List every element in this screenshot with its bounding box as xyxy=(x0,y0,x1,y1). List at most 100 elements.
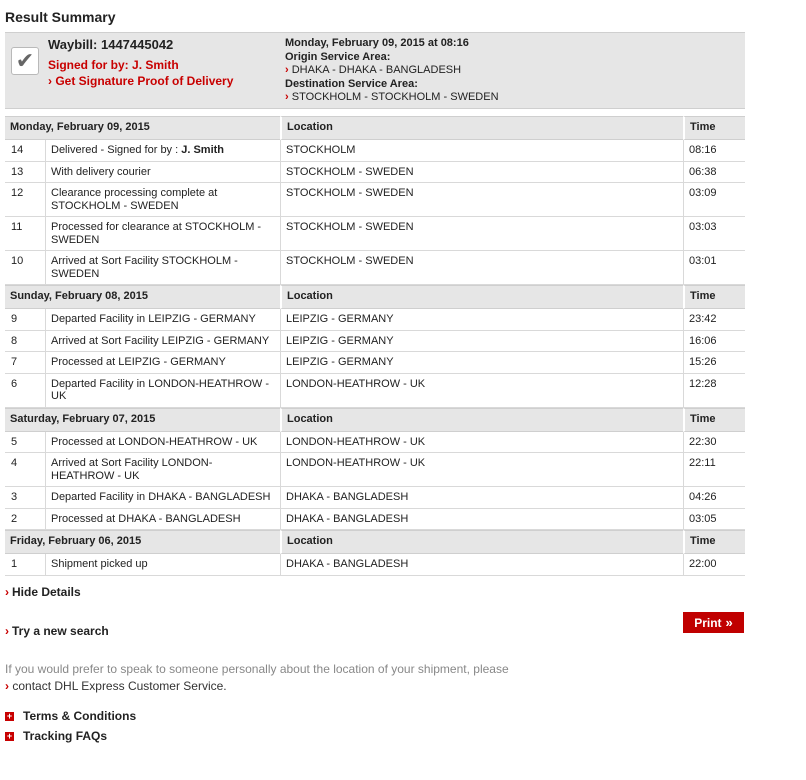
customer-service-link[interactable]: › contact DHL Express Customer Service. xyxy=(5,679,227,693)
red-chevron-icon: › xyxy=(5,679,9,693)
event-number: 12 xyxy=(5,183,45,217)
event-number: 2 xyxy=(5,509,45,530)
day-header-row: Sunday, February 08, 2015 Location Time xyxy=(5,285,745,309)
time-header: Time xyxy=(683,530,745,554)
event-location: LEIPZIG - GERMANY xyxy=(280,352,683,374)
day-date: Saturday, February 07, 2015 xyxy=(5,407,280,432)
location-header: Location xyxy=(280,116,683,140)
table-row: 14 Delivered - Signed for by : J. Smith ST… xyxy=(5,140,745,162)
plus-icon: + xyxy=(5,711,14,721)
table-row: 13 With delivery courier STOCKHOLM - SWEDE… xyxy=(5,161,745,183)
time-header: Time xyxy=(683,116,745,140)
tracking-faqs-toggle[interactable]: + Tracking FAQs xyxy=(5,729,107,743)
event-description: Shipment picked up xyxy=(51,558,148,570)
event-number: 4 xyxy=(5,453,45,487)
event-description-cell: Processed at LEIPZIG - GERMANY xyxy=(45,352,280,374)
hide-details-label: Hide Details xyxy=(12,585,81,599)
waybill-label: Waybill: xyxy=(48,37,98,52)
event-time: 23:42 xyxy=(683,309,745,331)
event-location: LEIPZIG - GERMANY xyxy=(280,330,683,352)
day-date: Sunday, February 08, 2015 xyxy=(5,285,280,309)
origin-label: Origin Service Area: xyxy=(285,50,391,63)
event-location: STOCKHOLM xyxy=(280,140,683,162)
table-row: 12 Clearance processing complete at STOCK… xyxy=(5,183,745,217)
event-location: STOCKHOLM - SWEDEN xyxy=(280,161,683,183)
time-header: Time xyxy=(683,407,745,432)
event-description-cell: Arrived at Sort Facility LONDON-HEATHROW… xyxy=(45,453,280,487)
table-row: 2 Processed at DHAKA - BANGLADESH DHAKA - … xyxy=(5,508,745,530)
event-description-cell: Arrived at Sort Facility LEIPZIG - GERMA… xyxy=(45,330,280,352)
signed-label: Signed for by: xyxy=(48,58,129,72)
location-header: Location xyxy=(280,285,683,309)
event-time: 06:38 xyxy=(683,161,745,183)
location-header: Location xyxy=(280,407,683,432)
event-number: 1 xyxy=(5,554,45,576)
destination-label: Destination Service Area: xyxy=(285,77,418,90)
event-time: 03:05 xyxy=(683,508,745,530)
event-number: 5 xyxy=(5,432,45,453)
event-description: Processed for clearance at STOCKHOLM - S… xyxy=(51,221,262,246)
destination-value: STOCKHOLM - STOCKHOLM - SWEDEN xyxy=(291,91,499,103)
event-location: DHAKA - BANGLADESH xyxy=(280,487,683,509)
event-location: LEIPZIG - GERMANY xyxy=(280,309,683,331)
event-description-cell: Processed at LONDON-HEATHROW - UK xyxy=(45,431,280,453)
waybill-number: 1447445042 xyxy=(100,37,174,52)
event-description: Arrived at Sort Facility STOCKHOLM - SWE… xyxy=(51,255,238,280)
event-description-cell: Departed Facility in DHAKA - BANGLADESH xyxy=(45,487,280,509)
event-description-cell: Shipment picked up xyxy=(45,554,280,576)
event-location: STOCKHOLM - SWEDEN xyxy=(280,251,683,285)
table-row: 1 Shipment picked up DHAKA - BANGLADESH 22:… xyxy=(5,554,745,576)
event-description-cell: Delivered - Signed for by : J. Smith xyxy=(45,140,280,162)
red-chevron-icon: › xyxy=(48,74,52,88)
shipment-route-info: Monday, February 09, 2015 at 08:16 Origi… xyxy=(285,37,499,105)
event-description-cell: Processed for clearance at STOCKHOLM - S… xyxy=(45,217,280,251)
event-location: LONDON-HEATHROW - UK xyxy=(280,373,683,408)
event-number: 7 xyxy=(5,352,45,374)
event-description: Departed Facility in LONDON-HEATHROW - U… xyxy=(51,377,269,403)
print-button[interactable]: Print» xyxy=(683,612,744,633)
tracking-history-table: Monday, February 09, 2015 Location Time 14 D… xyxy=(5,116,745,576)
plus-icon: + xyxy=(5,731,14,741)
delivery-datetime: Monday, February 09, 2015 at 08:16 xyxy=(285,37,469,49)
event-time: 03:09 xyxy=(683,183,745,217)
event-number: 3 xyxy=(5,487,45,509)
new-search-link[interactable]: › Try a new search xyxy=(5,624,109,638)
customer-service-label: contact DHL Express Customer Service. xyxy=(12,679,227,693)
event-description: Departed Facility in LEIPZIG - GERMANY xyxy=(51,313,256,325)
signed-name: J. Smith xyxy=(132,58,179,72)
red-chevron-icon: › xyxy=(5,624,9,638)
table-row: 10 Arrived at Sort Facility STOCKHOLM - S… xyxy=(5,251,745,285)
event-number: 6 xyxy=(5,374,45,408)
table-row: 11 Processed for clearance at STOCKHOLM -… xyxy=(5,217,745,251)
event-number: 9 xyxy=(5,309,45,331)
day-date: Friday, February 06, 2015 xyxy=(5,530,280,554)
terms-conditions-toggle[interactable]: + Terms & Conditions xyxy=(5,709,136,723)
red-chevron-icon: › xyxy=(285,64,289,76)
event-time: 22:11 xyxy=(683,453,745,487)
terms-label: Terms & Conditions xyxy=(23,709,137,723)
waybill-line: Waybill: 1447445042 xyxy=(48,37,173,52)
event-description: Processed at DHAKA - BANGLADESH xyxy=(51,512,241,525)
print-label: Print xyxy=(694,616,722,630)
origin-value: DHAKA - DHAKA - BANGLADESH xyxy=(291,64,462,76)
event-location: LONDON-HEATHROW - UK xyxy=(280,431,683,453)
event-description-cell: Arrived at Sort Facility STOCKHOLM - SWE… xyxy=(45,251,280,285)
destination-value-line: › STOCKHOLM - STOCKHOLM - SWEDEN xyxy=(285,91,499,105)
event-time: 03:03 xyxy=(683,217,745,251)
signature-proof-link[interactable]: › Get Signature Proof of Delivery xyxy=(48,74,233,88)
event-description: Processed at LONDON-HEATHROW - UK xyxy=(51,435,258,448)
event-description-cell: Processed at DHAKA - BANGLADESH xyxy=(45,508,280,530)
event-description-cell: Departed Facility in LONDON-HEATHROW - U… xyxy=(45,373,280,408)
time-header: Time xyxy=(683,285,745,309)
event-description-cell: Departed Facility in LEIPZIG - GERMANY xyxy=(45,309,280,331)
origin-value-line: › DHAKA - DHAKA - BANGLADESH xyxy=(285,64,499,78)
red-chevron-icon: › xyxy=(5,585,9,599)
hide-details-link[interactable]: › Hide Details xyxy=(5,585,81,599)
event-location: STOCKHOLM - SWEDEN xyxy=(280,183,683,217)
event-time: 16:06 xyxy=(683,330,745,352)
day-header-row: Friday, February 06, 2015 Location Time xyxy=(5,530,745,554)
event-time: 04:26 xyxy=(683,487,745,509)
day-header-row: Monday, February 09, 2015 Location Time xyxy=(5,116,745,140)
event-time: 08:16 xyxy=(683,140,745,162)
event-location: LONDON-HEATHROW - UK xyxy=(280,453,683,487)
